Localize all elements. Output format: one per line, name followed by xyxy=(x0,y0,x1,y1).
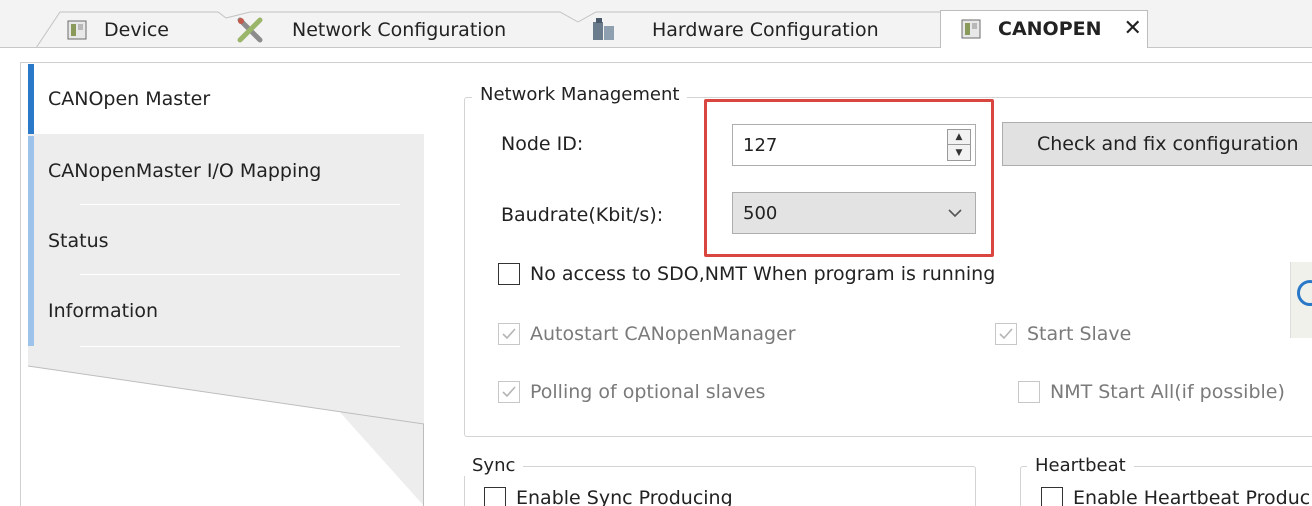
hardware-icon xyxy=(590,16,618,44)
sidebar-divider xyxy=(80,274,400,275)
polling-checkbox: Polling of optional slaves xyxy=(498,381,765,403)
checkbox-box xyxy=(995,323,1017,345)
polling-label: Polling of optional slaves xyxy=(530,381,766,403)
enable-heartbeat-checkbox[interactable]: Enable Heartbeat Producing xyxy=(1041,487,1312,506)
enable-sync-label: Enable Sync Producing xyxy=(516,487,733,506)
autostart-label: Autostart CANopenManager xyxy=(530,323,796,345)
tab-hardware-configuration[interactable]: Hardware Configuration xyxy=(578,12,958,48)
network-management-title: Network Management xyxy=(472,84,688,105)
baudrate-select[interactable]: 500 xyxy=(732,192,976,234)
close-icon[interactable]: ✕ xyxy=(1124,18,1142,40)
checkbox-box xyxy=(484,487,506,506)
baudrate-label: Baudrate(Kbit/s): xyxy=(501,204,664,226)
sidebar: CANOpen Master CANopenMaster I/O Mapping… xyxy=(28,64,424,506)
node-id-input[interactable] xyxy=(733,125,933,165)
nmt-start-all-label: NMT Start All(if possible) xyxy=(1050,381,1285,403)
start-slave-checkbox: Start Slave xyxy=(995,323,1131,345)
checkbox-box xyxy=(498,263,520,285)
tab-device-label: Device xyxy=(104,19,169,41)
autostart-checkbox: Autostart CANopenManager xyxy=(498,323,796,345)
info-icon xyxy=(1290,262,1312,338)
sidebar-divider xyxy=(80,204,400,205)
checkbox-box xyxy=(498,381,520,403)
checkbox-box xyxy=(498,323,520,345)
tab-network-configuration[interactable]: Network Configuration xyxy=(218,12,598,48)
checkbox-box xyxy=(1041,487,1063,506)
sync-title: Sync xyxy=(464,455,524,476)
device-icon xyxy=(66,19,88,41)
nmt-start-all-checkbox: NMT Start All(if possible) xyxy=(1018,381,1285,403)
sidebar-item-canopen-master[interactable]: CANOpen Master xyxy=(28,64,424,134)
checkmark-icon xyxy=(502,328,516,340)
checkbox-box xyxy=(1018,381,1040,403)
sidebar-item-label: CANopenMaster I/O Mapping xyxy=(48,160,322,182)
checkmark-icon xyxy=(502,386,516,398)
device-icon xyxy=(960,18,982,40)
check-and-fix-configuration-button[interactable]: Check and fix configuration xyxy=(1002,122,1312,166)
heartbeat-title: Heartbeat xyxy=(1027,455,1134,476)
tab-network-label: Network Configuration xyxy=(292,19,507,41)
node-id-label: Node ID: xyxy=(501,133,584,155)
sidebar-item-information[interactable]: Information xyxy=(28,276,424,346)
enable-sync-checkbox[interactable]: Enable Sync Producing xyxy=(484,487,733,506)
sidebar-item-label: Information xyxy=(48,300,158,322)
sidebar-item-io-mapping[interactable]: CANopenMaster I/O Mapping xyxy=(28,136,424,206)
chevron-down-icon xyxy=(948,209,962,218)
node-id-stepper[interactable]: ▲ ▼ xyxy=(732,124,976,166)
sidebar-item-label: Status xyxy=(48,230,109,252)
baudrate-value: 500 xyxy=(743,202,778,224)
no-access-label: No access to SDO,NMT When program is run… xyxy=(530,263,996,285)
tab-canopen-label: CANOPEN xyxy=(998,18,1102,40)
spin-buttons: ▲ ▼ xyxy=(947,129,971,161)
tab-canopen[interactable]: CANOPEN ✕ xyxy=(940,10,1148,48)
sidebar-item-label: CANOpen Master xyxy=(48,88,211,110)
no-access-checkbox[interactable]: No access to SDO,NMT When program is run… xyxy=(498,263,995,285)
checkmark-icon xyxy=(999,328,1013,340)
enable-heartbeat-label: Enable Heartbeat Producing xyxy=(1073,487,1312,506)
spin-down-icon[interactable]: ▼ xyxy=(948,145,970,160)
sidebar-item-status[interactable]: Status xyxy=(28,206,424,276)
tools-icon xyxy=(236,16,264,44)
sidebar-divider xyxy=(80,346,400,347)
spin-up-icon[interactable]: ▲ xyxy=(948,130,970,145)
tab-hardware-label: Hardware Configuration xyxy=(652,19,879,41)
start-slave-label: Start Slave xyxy=(1027,323,1132,345)
